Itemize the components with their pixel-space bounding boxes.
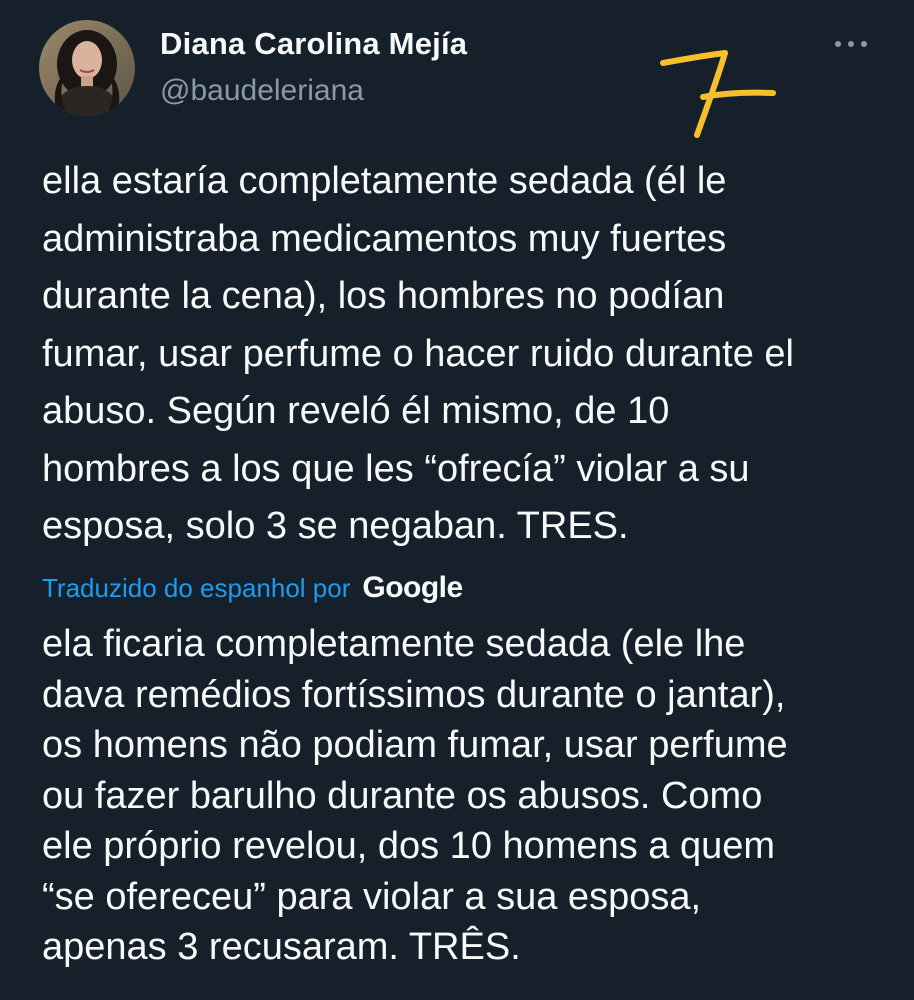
- tweet: Diana Carolina Mejía @baudeleriana ella …: [0, 0, 914, 1000]
- tweet-original-text: ella estaría completamente sedada (él le…: [42, 160, 794, 547]
- more-options-icon: [835, 41, 867, 47]
- profile-photo-icon: [39, 20, 135, 116]
- tweet-translated-text: ela ficaria completamente sedada (ele lh…: [42, 623, 788, 968]
- author-handle[interactable]: @baudeleriana: [160, 74, 364, 108]
- handwritten-7-icon: [660, 50, 776, 138]
- author-display-name[interactable]: Diana Carolina Mejía: [160, 26, 467, 62]
- translated-by-link[interactable]: Traduzido do espanhol por: [42, 573, 350, 604]
- handwritten-annotation: [655, 35, 785, 150]
- more-options-button[interactable]: [826, 24, 878, 64]
- translation-attribution: Traduzido do espanhol por Google: [42, 568, 463, 608]
- google-logo: Google: [362, 571, 463, 604]
- author-avatar[interactable]: [39, 20, 135, 116]
